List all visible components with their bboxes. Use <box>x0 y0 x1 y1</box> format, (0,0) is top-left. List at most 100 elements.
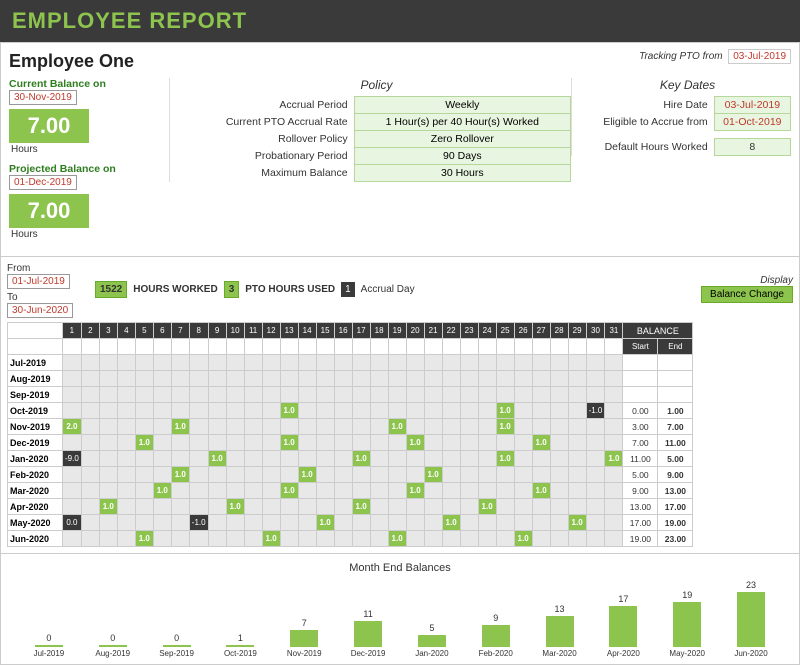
day-cell-Jan-2020-24 <box>478 451 496 467</box>
month-label-Aug-2019: Aug-2019 <box>8 371 63 387</box>
day-cell-Mar-2020-7 <box>171 483 189 499</box>
day-sub-2 <box>81 339 99 355</box>
day-cell-Sep-2019-19 <box>388 387 406 403</box>
day-cell-Sep-2019-10 <box>226 387 244 403</box>
month-label-Sep-2019: Sep-2019 <box>8 387 63 403</box>
calendar-row-Jul-2019: Jul-2019 <box>8 355 693 371</box>
bar-item-Jan-2020: 5Jan-2020 <box>400 623 464 658</box>
day-cell-Dec-2019-7 <box>171 435 189 451</box>
policy-section: Policy Accrual Period Weekly Current PTO… <box>169 78 571 182</box>
day-cell-Apr-2020-15 <box>316 499 334 515</box>
top-section: Tracking PTO from 03-Jul-2019 Employee O… <box>0 42 800 257</box>
bar-month-Apr-2020: Apr-2020 <box>607 649 640 658</box>
day-cell-Oct-2019-25: 1.0 <box>496 403 514 419</box>
day-sub-19 <box>388 339 406 355</box>
max-balance-value: 30 Hours <box>354 165 570 182</box>
day-cell-Nov-2019-22 <box>442 419 460 435</box>
day-cell-Nov-2019-30 <box>586 419 605 435</box>
balance-start-Jul-2019 <box>623 355 658 371</box>
day-cell-Oct-2019-7 <box>171 403 189 419</box>
day-cell-Aug-2019-7 <box>171 371 189 387</box>
day-cell-Sep-2019-9 <box>208 387 226 403</box>
day-cell-May-2020-15: 1.0 <box>316 515 334 531</box>
day-cell-Jan-2020-25: 1.0 <box>496 451 514 467</box>
accrual-period-value: Weekly <box>354 97 570 114</box>
day-header-3: 3 <box>99 323 117 339</box>
day-cell-Aug-2019-27 <box>532 371 550 387</box>
day-cell-Mar-2020-10 <box>226 483 244 499</box>
bar-month-Oct-2019: Oct-2019 <box>224 649 257 658</box>
rollover-label: Rollover Policy <box>182 131 354 148</box>
day-cell-Apr-2020-11 <box>244 499 262 515</box>
day-cell-Feb-2020-28 <box>550 467 568 483</box>
day-header-6: 6 <box>153 323 171 339</box>
hours-worked-label: HOURS WORKED <box>133 284 217 295</box>
day-cell-Aug-2019-18 <box>370 371 388 387</box>
day-cell-Oct-2019-22 <box>442 403 460 419</box>
day-cell-Feb-2020-20 <box>406 467 424 483</box>
day-header-22: 22 <box>442 323 460 339</box>
day-cell-Sep-2019-29 <box>568 387 586 403</box>
current-balance-section: Current Balance on 30-Nov-2019 7.00 Hour… <box>9 78 169 155</box>
pto-used-value: 3 <box>224 281 240 298</box>
pto-accrual-value: 1 Hour(s) per 40 Hour(s) Worked <box>354 114 570 131</box>
day-cell-Feb-2020-24 <box>478 467 496 483</box>
day-cell-Oct-2019-6 <box>153 403 171 419</box>
day-sub-6 <box>153 339 171 355</box>
day-cell-Jul-2019-20 <box>406 355 424 371</box>
day-cell-Jul-2019-13 <box>280 355 298 371</box>
current-balance-value: 7.00 <box>9 109 89 143</box>
day-cell-Jun-2020-20 <box>406 531 424 547</box>
day-cell-Oct-2019-28 <box>550 403 568 419</box>
day-cell-Apr-2020-28 <box>550 499 568 515</box>
month-label-Oct-2019: Oct-2019 <box>8 403 63 419</box>
balance-header: BALANCE <box>623 323 693 339</box>
day-cell-Apr-2020-1 <box>63 499 82 515</box>
day-header-28: 28 <box>550 323 568 339</box>
day-cell-Mar-2020-29 <box>568 483 586 499</box>
month-label-Jun-2020: Jun-2020 <box>8 531 63 547</box>
day-cell-Nov-2019-4 <box>117 419 135 435</box>
day-cell-Nov-2019-17 <box>352 419 370 435</box>
day-header-13: 13 <box>280 323 298 339</box>
day-cell-Sep-2019-5 <box>135 387 153 403</box>
day-cell-Mar-2020-15 <box>316 483 334 499</box>
day-cell-Aug-2019-17 <box>352 371 370 387</box>
day-cell-May-2020-7 <box>171 515 189 531</box>
day-sub-12 <box>262 339 280 355</box>
day-cell-Mar-2020-30 <box>586 483 605 499</box>
balance-start-Jan-2020: 11.00 <box>623 451 658 467</box>
day-cell-May-2020-19 <box>388 515 406 531</box>
day-cell-May-2020-10 <box>226 515 244 531</box>
day-header-9: 9 <box>208 323 226 339</box>
day-cell-May-2020-25 <box>496 515 514 531</box>
day-cell-Jul-2019-9 <box>208 355 226 371</box>
day-cell-Apr-2020-2 <box>81 499 99 515</box>
day-cell-Dec-2019-1 <box>63 435 82 451</box>
day-cell-Oct-2019-24 <box>478 403 496 419</box>
day-sub-30 <box>586 339 605 355</box>
display-button[interactable]: Balance Change <box>701 286 793 303</box>
day-sub-23 <box>460 339 478 355</box>
day-cell-Dec-2019-14 <box>298 435 316 451</box>
bar-month-Dec-2019: Dec-2019 <box>351 649 386 658</box>
month-label-Jul-2019: Jul-2019 <box>8 355 63 371</box>
day-cell-Sep-2019-13 <box>280 387 298 403</box>
day-header-18: 18 <box>370 323 388 339</box>
balance-end-Nov-2019: 7.00 <box>658 419 693 435</box>
display-label: Display <box>701 275 793 286</box>
day-cell-Dec-2019-17 <box>352 435 370 451</box>
day-cell-Apr-2020-17: 1.0 <box>352 499 370 515</box>
day-cell-Mar-2020-5 <box>135 483 153 499</box>
day-cell-May-2020-31 <box>605 515 623 531</box>
day-cell-Oct-2019-9 <box>208 403 226 419</box>
day-cell-Sep-2019-23 <box>460 387 478 403</box>
day-cell-Aug-2019-9 <box>208 371 226 387</box>
bar-value-Jan-2020: 5 <box>429 623 434 633</box>
day-header-21: 21 <box>424 323 442 339</box>
day-cell-Dec-2019-28 <box>550 435 568 451</box>
day-cell-Feb-2020-25 <box>496 467 514 483</box>
day-cell-Aug-2019-1 <box>63 371 82 387</box>
month-label-Feb-2020: Feb-2020 <box>8 467 63 483</box>
day-cell-Dec-2019-22 <box>442 435 460 451</box>
